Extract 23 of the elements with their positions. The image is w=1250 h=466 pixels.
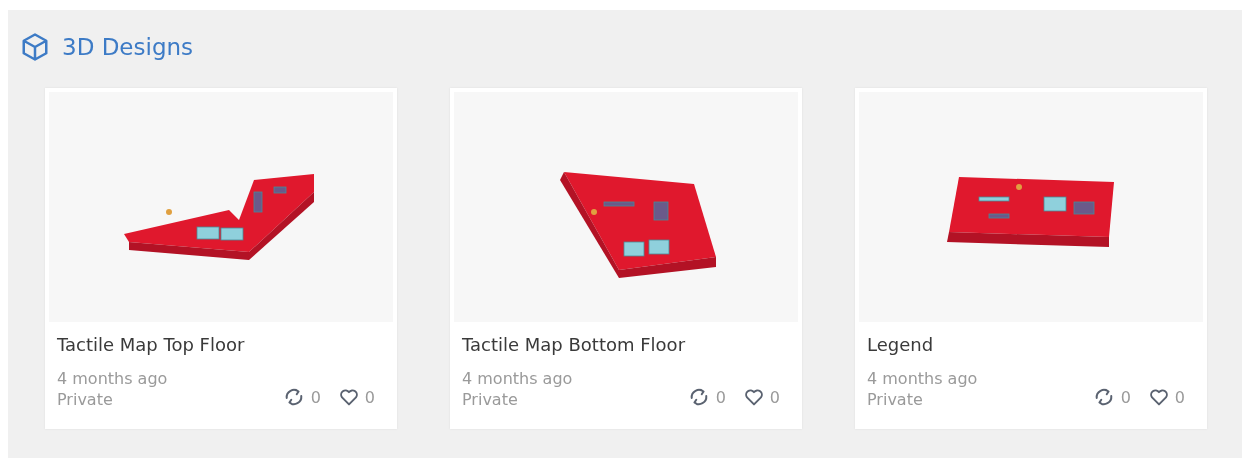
visibility-label: Private: [57, 390, 114, 409]
design-card[interactable]: Legend 4 months ago Private 0 0: [855, 88, 1207, 429]
modified-time: 4 months ago: [462, 369, 573, 388]
design-name: Tactile Map Bottom Floor: [462, 334, 687, 355]
visibility-label: Private: [867, 390, 924, 409]
section-title: 3D Designs: [62, 34, 194, 60]
heart-icon: [338, 388, 359, 406]
design-name: Legend: [867, 334, 935, 355]
like-count: 0: [1174, 387, 1185, 407]
heart-icon: [1148, 388, 1169, 406]
copy-count: 0: [310, 387, 321, 407]
visibility-label: Private: [462, 390, 519, 409]
design-card[interactable]: Tactile Map Top Floor 4 months ago Private 0 0: [45, 88, 397, 429]
like-count: 0: [364, 387, 375, 407]
modified-time: 4 months ago: [867, 369, 978, 388]
heart-icon: [743, 388, 764, 406]
copy-count: 0: [1120, 387, 1131, 407]
modified-time: 4 months ago: [57, 369, 168, 388]
like-count: 0: [769, 387, 780, 407]
design-card[interactable]: Tactile Map Bottom Floor 4 months ago Private 0 0: [450, 88, 802, 429]
design-name: Tactile Map Top Floor: [57, 334, 246, 355]
cube-icon: [20, 32, 50, 62]
copy-count: 0: [715, 387, 726, 407]
